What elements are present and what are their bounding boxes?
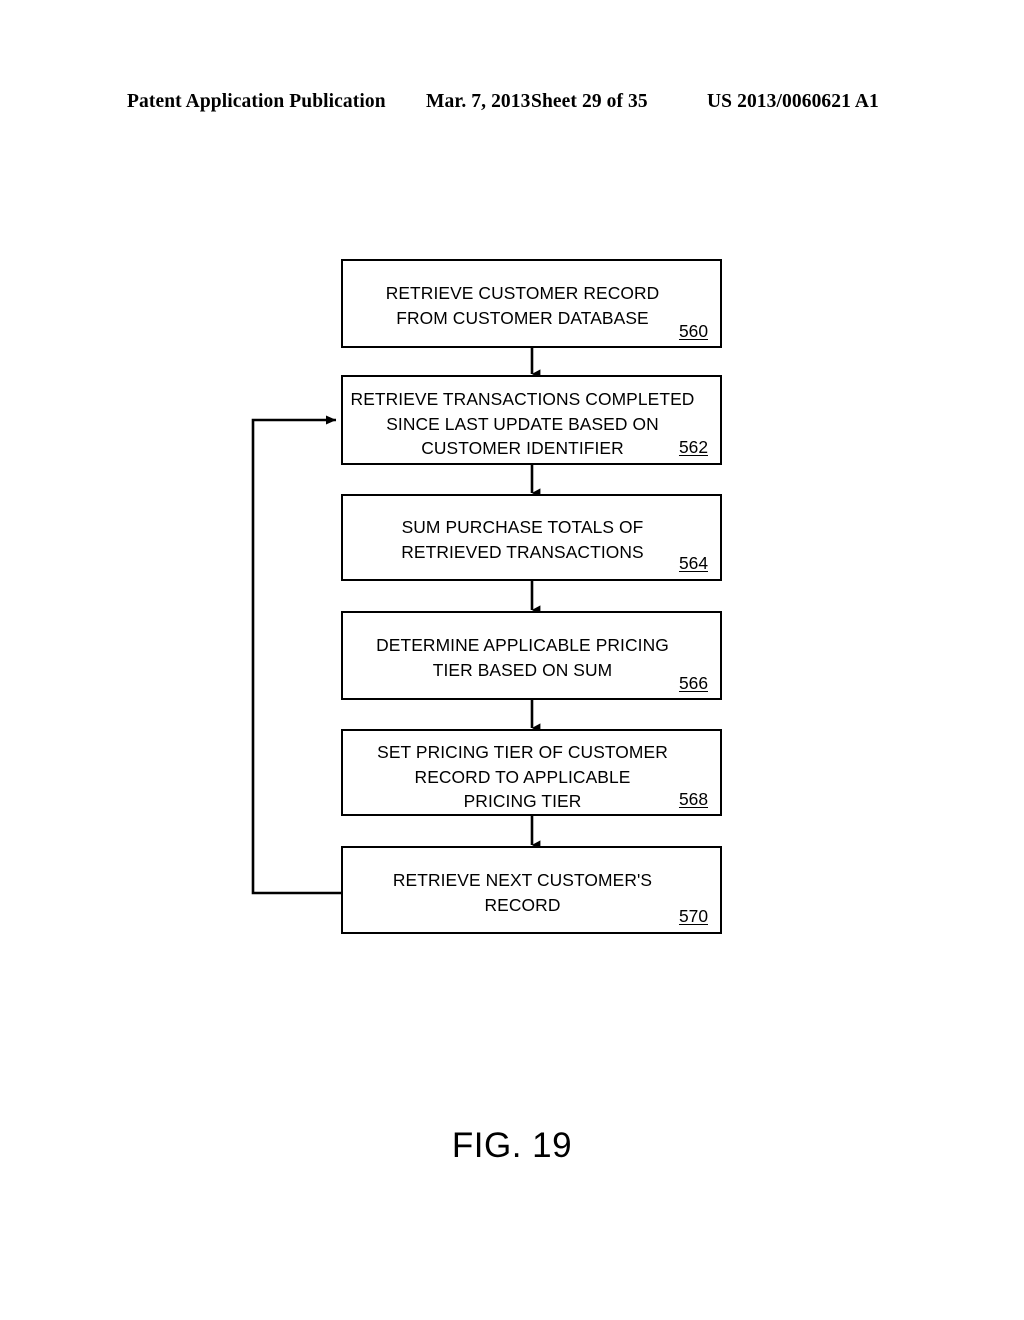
flow-step-564: SUM PURCHASE TOTALS OF RETRIEVED TRANSAC… (341, 494, 722, 581)
flow-step-566-text: DETERMINE APPLICABLE PRICING TIER BASED … (376, 635, 669, 680)
flow-step-566-reference: 566 (678, 673, 708, 693)
flow-step-562-reference: 562 (678, 437, 708, 457)
flowchart-diagram: RETRIEVE CUSTOMER RECORD FROM CUSTOMER D… (0, 0, 1024, 1320)
flow-step-560-text: RETRIEVE CUSTOMER RECORD FROM CUSTOMER D… (385, 283, 660, 328)
flow-step-566: DETERMINE APPLICABLE PRICING TIER BASED … (341, 611, 722, 700)
figure-caption: FIG. 19 (451, 1126, 573, 1165)
flow-step-570: RETRIEVE NEXT CUSTOMER'S RECORD 570 (341, 846, 722, 934)
flow-step-560-reference: 560 (678, 321, 708, 341)
flow-step-562: RETRIEVE TRANSACTIONS COMPLETED SINCE LA… (341, 375, 722, 465)
connector-feedback-570-562 (251, 415, 341, 895)
flow-step-562-text: RETRIEVE TRANSACTIONS COMPLETED SINCE LA… (350, 389, 695, 458)
flow-step-570-reference: 570 (678, 906, 708, 926)
flow-step-564-reference: 564 (678, 553, 708, 573)
flow-step-564-text: SUM PURCHASE TOTALS OF RETRIEVED TRANSAC… (401, 517, 644, 562)
flow-step-568-text: SET PRICING TIER OF CUSTOMER RECORD TO A… (377, 742, 668, 811)
flow-step-570-text: RETRIEVE NEXT CUSTOMER'S RECORD (392, 870, 653, 915)
flow-step-568-reference: 568 (678, 789, 708, 809)
flow-step-568: SET PRICING TIER OF CUSTOMER RECORD TO A… (341, 729, 722, 816)
flow-step-560: RETRIEVE CUSTOMER RECORD FROM CUSTOMER D… (341, 259, 722, 348)
